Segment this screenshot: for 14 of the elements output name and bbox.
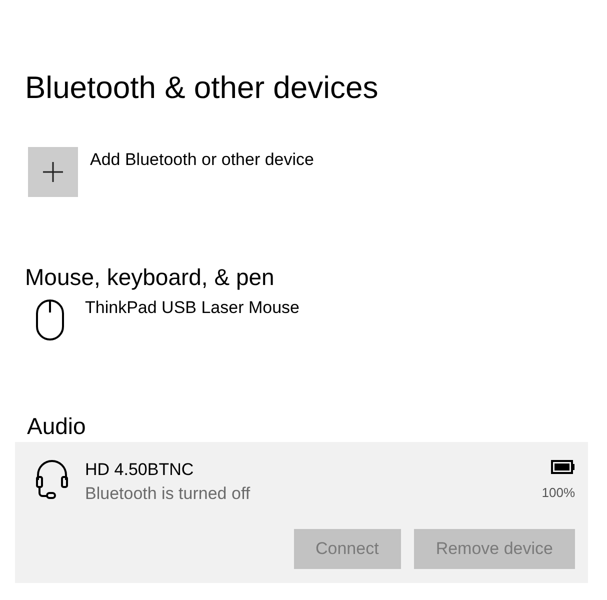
section-heading: Audio (27, 412, 87, 441)
add-device-link[interactable]: Add Bluetooth or other device (90, 149, 314, 171)
add-device-button[interactable] (28, 147, 78, 197)
page-title: Bluetooth & other devices (25, 69, 380, 107)
headset-icon (35, 460, 69, 500)
plus-icon (42, 161, 64, 183)
battery-percentage: 100% (542, 484, 575, 502)
device-name: ThinkPad USB Laser Mouse (85, 297, 300, 319)
mouse-icon (35, 299, 65, 341)
device-item[interactable]: ThinkPad USB Laser Mouse (25, 296, 598, 341)
battery-icon (551, 460, 575, 474)
section-heading: Mouse, keyboard, & pen (25, 263, 276, 292)
device-status: Bluetooth is turned off (85, 483, 252, 505)
device-name: HD 4.50BTNC (85, 459, 195, 481)
